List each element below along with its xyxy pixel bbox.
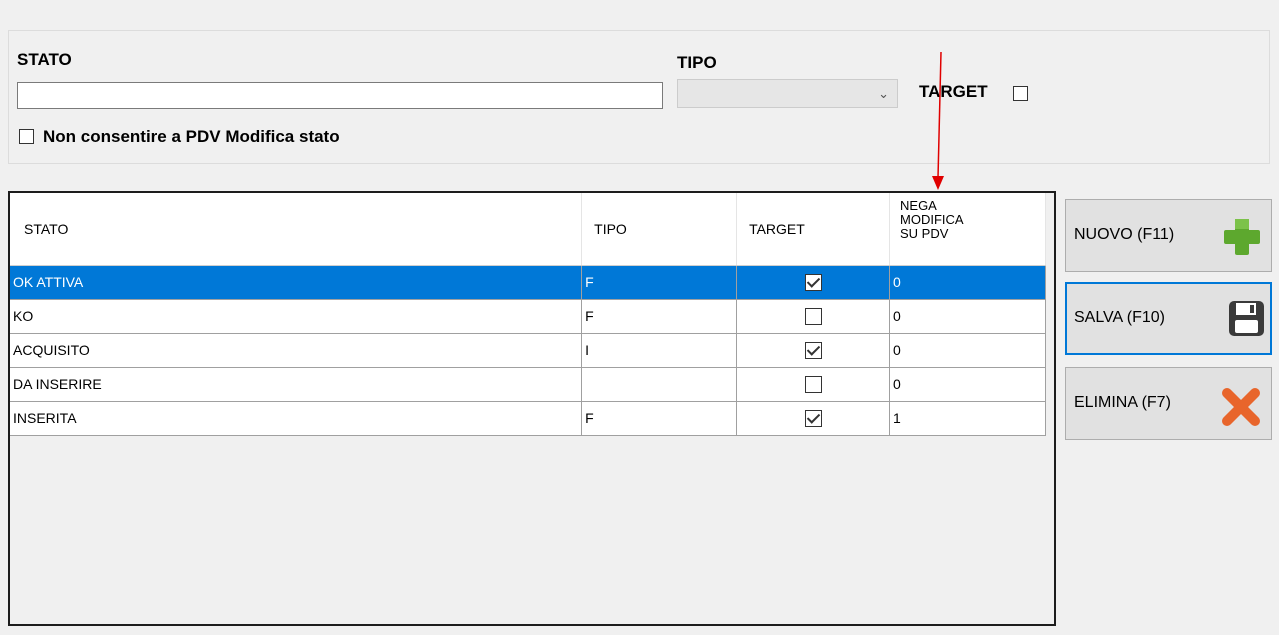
plus-icon xyxy=(1224,219,1260,255)
cell-tipo[interactable] xyxy=(581,367,738,402)
target-cell-checkbox[interactable] xyxy=(804,375,822,393)
stato-label: STATO xyxy=(17,50,72,69)
stato-input[interactable] xyxy=(17,82,663,109)
cell-tipo[interactable]: F xyxy=(581,299,738,334)
column-header-stato[interactable]: STATO xyxy=(10,193,583,266)
cell-target[interactable] xyxy=(736,299,891,334)
cell-stato[interactable]: KO xyxy=(10,299,583,334)
non-consentire-checkbox[interactable] xyxy=(19,129,34,144)
nuovo-button[interactable]: NUOVO (F11) xyxy=(1065,199,1272,272)
cell-stato[interactable]: DA INSERIRE xyxy=(10,367,583,402)
cell-stato[interactable]: INSERITA xyxy=(10,401,583,436)
stati-table: STATO TIPO TARGET NEGA MODIFICA SU PDV O… xyxy=(10,193,1046,436)
floppy-disk-icon xyxy=(1229,301,1264,336)
delete-x-icon xyxy=(1222,388,1260,426)
table-row[interactable]: KO F 0 xyxy=(10,299,1046,334)
cell-target[interactable] xyxy=(736,401,891,436)
cell-stato[interactable]: ACQUISITO xyxy=(10,333,583,368)
column-header-target-label: TARGET xyxy=(749,220,805,237)
cell-nega-modifica[interactable]: 1 xyxy=(889,401,1046,436)
table-row[interactable]: ACQUISITO I 0 xyxy=(10,333,1046,368)
table-row[interactable]: INSERITA F 1 xyxy=(10,401,1046,436)
cell-tipo[interactable]: F xyxy=(581,265,738,300)
chevron-down-icon: ⌄ xyxy=(878,86,889,101)
nega-header-line2: MODIFICA xyxy=(900,212,964,227)
cell-nega-modifica[interactable]: 0 xyxy=(889,299,1046,334)
cell-tipo[interactable]: I xyxy=(581,333,738,368)
cell-target[interactable] xyxy=(736,333,891,368)
stati-grid[interactable]: STATO TIPO TARGET NEGA MODIFICA SU PDV O… xyxy=(8,191,1056,626)
tipo-label: TIPO xyxy=(677,53,717,72)
column-header-nega-modifica[interactable]: NEGA MODIFICA SU PDV xyxy=(889,193,1046,266)
table-row[interactable]: OK ATTIVA F 0 xyxy=(10,265,1046,300)
nega-header-line3: SU PDV xyxy=(900,226,949,241)
table-header-row: STATO TIPO TARGET NEGA MODIFICA SU PDV xyxy=(10,193,1046,266)
cell-nega-modifica[interactable]: 0 xyxy=(889,333,1046,368)
salva-button-label: SALVA (F10) xyxy=(1074,309,1165,326)
cell-stato[interactable]: OK ATTIVA xyxy=(10,265,583,300)
target-cell-checkbox[interactable] xyxy=(804,409,822,427)
target-checkbox[interactable] xyxy=(1013,86,1028,101)
cell-target[interactable] xyxy=(736,265,891,300)
cell-nega-modifica[interactable]: 0 xyxy=(889,265,1046,300)
elimina-button-label: ELIMINA (F7) xyxy=(1074,394,1171,411)
nega-header-line1: NEGA xyxy=(900,198,937,213)
elimina-button[interactable]: ELIMINA (F7) xyxy=(1065,367,1272,440)
cell-tipo[interactable]: F xyxy=(581,401,738,436)
table-row[interactable]: DA INSERIRE 0 xyxy=(10,367,1046,402)
non-consentire-label: Non consentire a PDV Modifica stato xyxy=(43,127,340,146)
target-cell-checkbox[interactable] xyxy=(804,307,822,325)
target-cell-checkbox[interactable] xyxy=(804,273,822,291)
column-header-target[interactable]: TARGET xyxy=(736,193,891,266)
nuovo-button-label: NUOVO (F11) xyxy=(1074,226,1175,243)
salva-button[interactable]: SALVA (F10) xyxy=(1065,282,1272,355)
red-arrow-icon xyxy=(932,52,944,190)
target-cell-checkbox[interactable] xyxy=(804,341,822,359)
tipo-select[interactable]: ⌄ xyxy=(677,79,898,108)
cell-target[interactable] xyxy=(736,367,891,402)
column-header-tipo[interactable]: TIPO xyxy=(581,193,738,266)
cell-nega-modifica[interactable]: 0 xyxy=(889,367,1046,402)
